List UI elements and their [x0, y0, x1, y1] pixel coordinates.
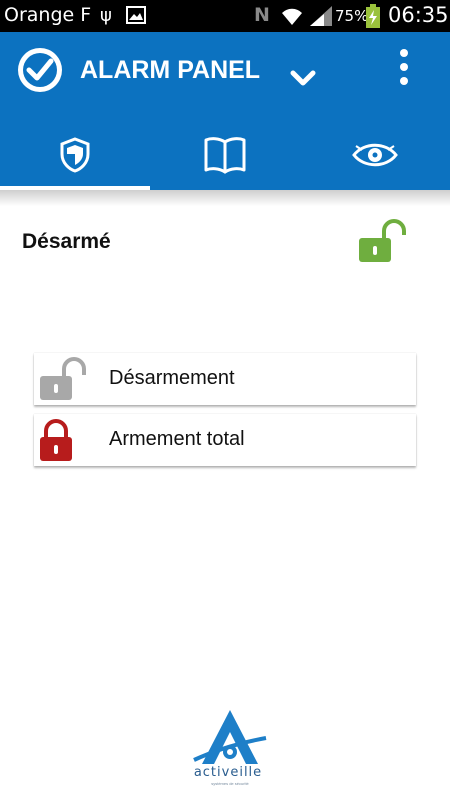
status-bar: Orange F ψ N 75% 06:35 [0, 0, 450, 32]
locked-padlock-icon [40, 419, 72, 461]
unlocked-padlock-icon [40, 357, 86, 400]
tab-bar [0, 120, 450, 190]
nfc-icon: N [254, 4, 270, 26]
arm-total-label: Armement total [109, 428, 245, 450]
brand-tagline: systèmes de sécurité [211, 781, 249, 786]
clock: 06:35 [388, 3, 449, 27]
battery-charging-icon [366, 4, 380, 28]
shield-icon [60, 137, 90, 173]
disarm-button[interactable]: Désarmement [34, 353, 416, 405]
check-circle-icon [18, 48, 62, 92]
gallery-icon [126, 6, 146, 24]
app-bar: ALARM PANEL [0, 32, 450, 190]
alarm-state-label: Désarmé [22, 230, 111, 253]
tab-log[interactable] [150, 120, 300, 190]
carrier-name: Orange F [4, 4, 92, 26]
battery-percent: 75% [335, 7, 369, 25]
app-screen: Orange F ψ N 75% 06:35 ALARM PANEL Désar… [0, 0, 450, 800]
overflow-menu-icon[interactable] [398, 48, 410, 86]
eye-icon [352, 143, 398, 167]
app-bar-shadow [0, 190, 450, 206]
tab-watch[interactable] [300, 120, 450, 190]
brand-name: activeille [193, 765, 263, 780]
unlocked-padlock-icon [359, 219, 406, 262]
usb-icon: ψ [100, 5, 112, 26]
tab-status[interactable] [0, 120, 150, 190]
app-title: ALARM PANEL [80, 56, 261, 84]
wifi-icon [282, 8, 302, 25]
signal-icon [310, 6, 332, 26]
disarm-label: Désarmement [109, 367, 235, 389]
arm-total-button[interactable]: Armement total [34, 414, 416, 466]
chevron-down-icon[interactable] [290, 68, 316, 88]
book-icon [204, 137, 246, 174]
